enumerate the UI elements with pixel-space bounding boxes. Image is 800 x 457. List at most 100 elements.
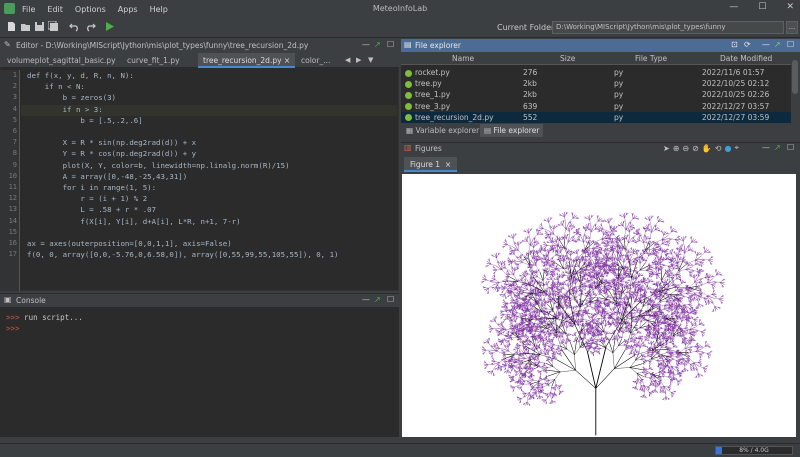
minimize-panel-icon[interactable]: — <box>762 40 770 49</box>
leaf-branch <box>563 222 570 238</box>
console-output[interactable] <box>0 307 399 437</box>
undock-panel-icon[interactable]: ↗ <box>374 40 381 49</box>
leaf-branch <box>719 278 726 283</box>
file-row[interactable]: tree_recursion_2d.py 552 py 2022/12/27 03:5… <box>401 111 791 123</box>
leaf-branch <box>566 338 569 342</box>
close-icon[interactable]: ✕ <box>786 2 794 12</box>
zoom-out-icon[interactable]: ⊖ <box>682 144 689 153</box>
minimize-panel-icon[interactable]: — <box>362 40 370 49</box>
column-size[interactable]: Size <box>560 54 575 63</box>
leaf-branch <box>654 295 662 299</box>
column-file-type[interactable]: File Type <box>635 54 667 63</box>
tab-close-icon[interactable]: × <box>284 56 290 65</box>
tab-close-icon[interactable]: × <box>445 160 451 169</box>
leaf-branch <box>525 397 528 406</box>
tab-file-explorer[interactable]: ▤ File explorer <box>480 124 544 137</box>
pointer-icon[interactable]: ➤ <box>663 144 670 153</box>
undock-panel-icon[interactable]: ↗ <box>374 295 381 304</box>
leaf-branch <box>485 263 492 268</box>
column-date-modified[interactable]: Date Modified <box>720 54 772 63</box>
leaf-branch <box>693 274 696 283</box>
minimize-icon[interactable]: — <box>729 2 738 12</box>
leaf-branch <box>536 323 541 326</box>
refresh-icon[interactable]: ⟳ <box>744 40 751 49</box>
leaf-branch <box>677 379 683 381</box>
code-line: b = [.5,.2,.6] <box>27 115 143 125</box>
tab-scroll-left-icon[interactable]: ◀ <box>345 56 350 64</box>
console-header <box>0 293 399 307</box>
status-bar <box>0 443 800 457</box>
leaf-branch <box>642 366 645 370</box>
leaf-branch <box>624 212 629 218</box>
leaf-branch <box>681 244 684 250</box>
leaf-branch <box>503 241 513 247</box>
column-name[interactable]: Name <box>452 54 474 63</box>
file-name: rocket.py <box>405 67 450 78</box>
leaf-branch <box>711 294 717 298</box>
save-icon[interactable] <box>33 21 45 33</box>
identify-icon[interactable]: ● <box>724 144 731 153</box>
measure-icon[interactable]: ⌖ <box>734 143 739 153</box>
leaf-branch <box>712 306 715 312</box>
leaf-branch <box>657 301 662 305</box>
leaf-branch <box>648 359 653 362</box>
figure-canvas[interactable] <box>402 174 796 437</box>
tab-curve-fit[interactable]: curve_fit_1.py <box>122 53 185 68</box>
file-row[interactable]: rocket.py 276 py 2022/11/6 01:57 <box>401 67 791 78</box>
save-all-icon[interactable] <box>47 20 59 33</box>
leaf-branch <box>690 236 692 243</box>
reset-icon[interactable]: ⊘ <box>692 144 699 153</box>
pan-icon[interactable]: ✋ <box>702 144 712 153</box>
minimize-panel-icon[interactable]: — <box>762 143 770 152</box>
current-folder-field[interactable]: D:\Working\MIScript\Jython\mis\plot_type… <box>552 21 784 34</box>
tab-tree-recursion[interactable]: tree_recursion_2d.py × <box>198 53 296 68</box>
file-row[interactable]: tree_3.py 639 py 2022/12/27 03:57 <box>401 101 791 112</box>
file-row[interactable]: tree_1.py 2kb py 2022/10/25 02:26 <box>401 89 791 100</box>
leaf-branch <box>635 306 638 312</box>
open-file-icon[interactable] <box>19 21 31 33</box>
leaf-branch <box>660 248 665 258</box>
scrollbar-thumb[interactable] <box>792 60 798 94</box>
new-file-icon[interactable] <box>5 21 17 33</box>
browse-folder-button[interactable]: ... <box>786 21 798 34</box>
leaf-branch <box>509 380 515 383</box>
code-line: X = R * sin(np.deg2rad(d)) + x <box>27 138 197 148</box>
leaf-branch <box>481 349 492 352</box>
tab-list-icon[interactable]: ▼ <box>368 56 373 64</box>
leaf-branch <box>501 264 510 271</box>
undock-panel-icon[interactable]: ↗ <box>774 40 781 49</box>
leaf-branch <box>578 298 584 301</box>
leaf-branch <box>598 226 609 232</box>
tab-variable-explorer[interactable]: ▦ Variable explorer <box>402 124 483 137</box>
open-folder-icon[interactable]: ⊡ <box>731 40 738 49</box>
maximize-icon[interactable]: ☐ <box>758 2 766 12</box>
leaf-branch <box>565 254 567 260</box>
tab-scroll-right-icon[interactable]: ▶ <box>356 56 361 64</box>
minimize-panel-icon[interactable]: — <box>362 295 370 304</box>
leaf-branch <box>683 334 687 344</box>
file-row[interactable]: tree.py 2kb py 2022/10/25 02:12 <box>401 78 791 89</box>
maximize-panel-icon[interactable]: ☐ <box>787 40 794 49</box>
leaf-branch <box>562 220 565 226</box>
leaf-branch <box>635 386 638 391</box>
tab-volumeplot[interactable]: volumeplot_sagittal_basic.py <box>2 53 121 68</box>
maximize-panel-icon[interactable]: ☐ <box>387 295 394 304</box>
trunk-branch <box>619 237 630 262</box>
leaf-branch <box>568 227 571 237</box>
redo-icon[interactable] <box>84 21 96 33</box>
leaf-branch <box>642 226 646 232</box>
tab-color[interactable]: color_... <box>296 53 335 68</box>
undo-icon[interactable] <box>68 21 80 33</box>
leaf-branch <box>528 309 533 311</box>
undock-panel-icon[interactable]: ↗ <box>774 143 781 152</box>
tab-figure-1[interactable]: Figure 1 × <box>404 157 458 172</box>
file-date: 2022/12/27 03:57 <box>702 101 770 111</box>
maximize-panel-icon[interactable]: ☐ <box>787 143 794 152</box>
leaf-branch <box>693 361 702 364</box>
run-icon[interactable] <box>103 21 115 33</box>
zoom-in-icon[interactable]: ⊕ <box>673 144 680 153</box>
leaf-branch <box>580 280 582 286</box>
refresh-view-icon[interactable]: ⟲ <box>715 144 722 153</box>
maximize-panel-icon[interactable]: ☐ <box>387 40 394 49</box>
leaf-branch <box>680 357 683 366</box>
